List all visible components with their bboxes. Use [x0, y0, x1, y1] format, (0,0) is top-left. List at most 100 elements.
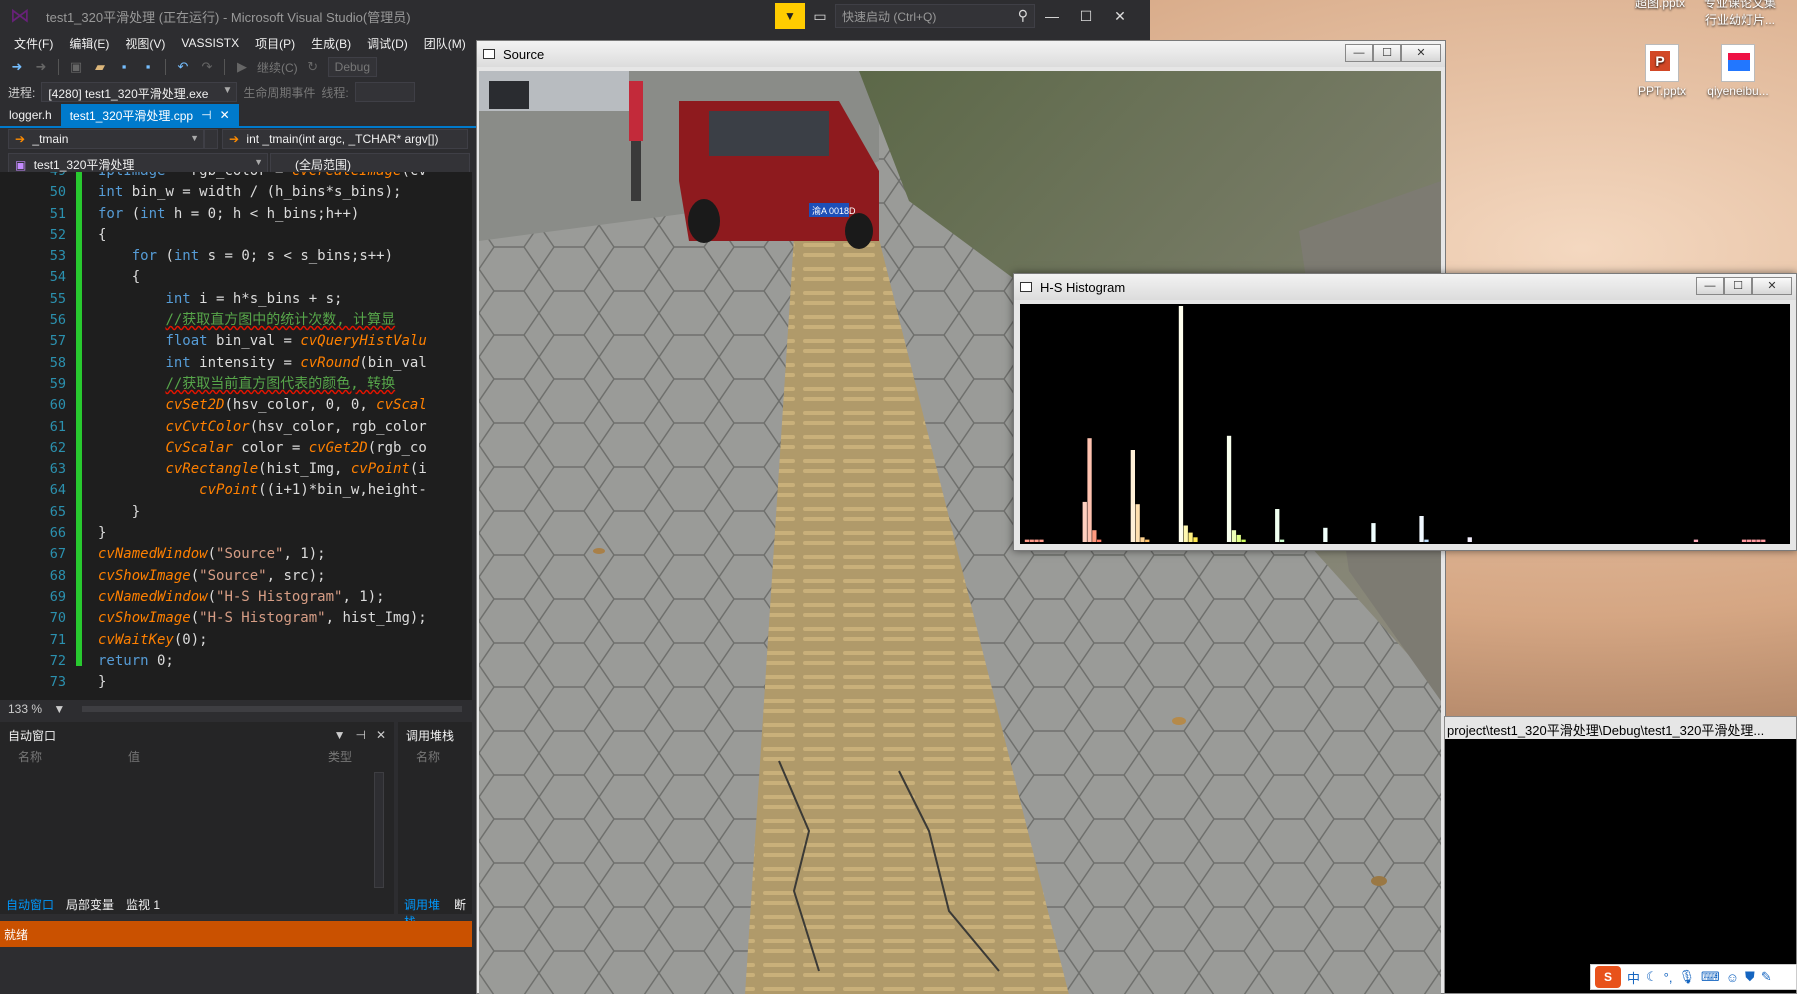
- code-line[interactable]: cvWaitKey(0);: [98, 630, 472, 651]
- punctuation-icon[interactable]: °,: [1664, 970, 1673, 985]
- keyboard-icon[interactable]: ⌨: [1701, 969, 1720, 985]
- back-icon[interactable]: ➜: [8, 58, 26, 76]
- close-button[interactable]: ✕: [1752, 277, 1792, 295]
- code-line[interactable]: int i = h*s_bins + s;: [98, 289, 472, 310]
- save-all-icon[interactable]: ▪: [139, 58, 157, 76]
- code-line[interactable]: cvShowImage("H-S Histogram", hist_Img);: [98, 608, 472, 629]
- zoom-level[interactable]: 133 %: [8, 702, 42, 716]
- code-line[interactable]: IplImage * rgb_color = cvCreateImage(cv: [98, 172, 472, 182]
- redo-icon[interactable]: ↷: [198, 58, 216, 76]
- vertical-scrollbar[interactable]: [374, 772, 384, 888]
- tab-locals[interactable]: 局部变量: [60, 892, 120, 914]
- code-line[interactable]: for (int s = 0; s < s_bins;s++): [98, 246, 472, 267]
- source-titlebar[interactable]: Source — ☐ ✕: [477, 41, 1445, 67]
- tab-watch[interactable]: 监视 1: [120, 892, 166, 914]
- project-select[interactable]: ▣ test1_320平滑处理 ▼: [8, 153, 268, 173]
- range-select[interactable]: (全局范围): [270, 153, 470, 173]
- code-line[interactable]: }: [98, 502, 472, 523]
- close-tab-icon[interactable]: ✕: [220, 108, 230, 122]
- histogram-window[interactable]: H-S Histogram — ☐ ✕: [1013, 273, 1797, 551]
- undo-icon[interactable]: ↶: [174, 58, 192, 76]
- thread-select[interactable]: [354, 82, 415, 102]
- chevron-down-icon[interactable]: ▼: [53, 702, 65, 716]
- menu-debug[interactable]: 调试(D): [359, 35, 416, 52]
- minimize-button[interactable]: —: [1696, 277, 1724, 295]
- desktop-file-text[interactable]: 专业课论文集 行业幼灯片...: [1700, 0, 1780, 28]
- continue-button[interactable]: 继续(C): [257, 59, 298, 76]
- tab-cpp-file[interactable]: test1_320平滑处理.cpp ⊣ ✕: [60, 104, 239, 126]
- histogram-titlebar[interactable]: H-S Histogram — ☐ ✕: [1014, 274, 1796, 300]
- code-line[interactable]: float bin_val = cvQueryHistValu: [98, 331, 472, 352]
- desktop-icon-qiyeneibu[interactable]: qiyeneibu...: [1698, 44, 1778, 98]
- maximize-button[interactable]: ☐: [1373, 44, 1401, 62]
- tab-call-stack[interactable]: 调用堆栈: [398, 892, 448, 929]
- close-button[interactable]: ✕: [1103, 0, 1137, 32]
- desktop-file-text[interactable]: 超图.pptx: [1620, 0, 1700, 11]
- scope-spinner[interactable]: [204, 129, 218, 149]
- process-select[interactable]: [4280] test1_320平滑处理.exe ▼: [41, 82, 238, 102]
- tab-autos[interactable]: 自动窗口: [0, 892, 60, 914]
- close-button[interactable]: ✕: [1401, 44, 1441, 62]
- code-line[interactable]: cvNamedWindow("Source", 1);: [98, 544, 472, 565]
- refresh-icon[interactable]: ↻: [304, 58, 322, 76]
- microphone-icon[interactable]: 🎙: [1678, 969, 1695, 985]
- code-line[interactable]: return 0;: [98, 651, 472, 672]
- code-editor[interactable]: 49 50 51 52 53 54 55 56 57 58 59 60 61 62 63 64 65 66 67 68…: [0, 172, 472, 702]
- menu-view[interactable]: 视图(V): [117, 35, 173, 52]
- column-value[interactable]: 值: [128, 748, 328, 768]
- console-titlebar[interactable]: project\test1_320平滑处理\Debug\test1_320平滑处…: [1445, 717, 1796, 739]
- maximize-button[interactable]: ☐: [1724, 277, 1752, 295]
- menu-vassistx[interactable]: VASSISTX: [173, 36, 247, 50]
- forward-icon[interactable]: ➜: [32, 58, 50, 76]
- chinese-mode-icon[interactable]: 中: [1627, 968, 1640, 987]
- code-line[interactable]: cvPoint((i+1)*bin_w,height-: [98, 480, 472, 501]
- code-line[interactable]: {: [98, 267, 472, 288]
- play-icon[interactable]: ▶: [233, 58, 251, 76]
- quick-launch-input[interactable]: 快速启动 (Ctrl+Q) ⚲: [835, 4, 1035, 28]
- skin-icon[interactable]: ⛊: [1745, 969, 1755, 985]
- minimize-button[interactable]: —: [1035, 0, 1069, 32]
- scope-select[interactable]: ➔ _tmain ▼: [8, 129, 204, 149]
- menu-file[interactable]: 文件(F): [6, 35, 61, 52]
- code-lines[interactable]: IplImage * rgb_color = cvCreateImage(cvi…: [98, 172, 472, 693]
- minimize-button[interactable]: —: [1345, 44, 1373, 62]
- code-line[interactable]: int intensity = cvRound(bin_val: [98, 353, 472, 374]
- menu-edit[interactable]: 编辑(E): [61, 35, 117, 52]
- pin-icon[interactable]: ⊣: [201, 108, 211, 122]
- code-line[interactable]: {: [98, 225, 472, 246]
- new-project-icon[interactable]: ▣: [67, 58, 85, 76]
- code-line[interactable]: CvScalar color = cvGet2D(rgb_co: [98, 438, 472, 459]
- dropdown-icon[interactable]: ▼: [334, 728, 346, 742]
- code-line[interactable]: }: [98, 672, 472, 693]
- code-line[interactable]: //获取当前直方图代表的颜色, 转换: [98, 374, 472, 395]
- column-type[interactable]: 类型: [328, 748, 352, 768]
- code-line[interactable]: //获取直方图中的统计次数, 计算显: [98, 310, 472, 331]
- lifecycle-events-button[interactable]: 生命周期事件: [243, 84, 315, 101]
- menu-build[interactable]: 生成(B): [303, 35, 359, 52]
- code-line[interactable]: cvNamedWindow("H-S Histogram", 1);: [98, 587, 472, 608]
- user-icon[interactable]: ☺: [1726, 970, 1739, 985]
- save-icon[interactable]: ▪: [115, 58, 133, 76]
- code-line[interactable]: int bin_w = width / (h_bins*s_bins);: [98, 182, 472, 203]
- desktop-icon-ppt[interactable]: PPT.pptx: [1622, 44, 1702, 98]
- code-line[interactable]: for (int h = 0; h < h_bins;h++): [98, 204, 472, 225]
- tools-icon[interactable]: ✎: [1761, 969, 1772, 985]
- member-select[interactable]: ➔ int _tmain(int argc, _TCHAR* argv[]): [222, 129, 468, 149]
- column-name[interactable]: 名称: [416, 748, 440, 768]
- code-line[interactable]: }: [98, 523, 472, 544]
- tab-logger-h[interactable]: logger.h: [0, 104, 61, 126]
- code-line[interactable]: cvSet2D(hsv_color, 0, 0, cvScal: [98, 395, 472, 416]
- menu-team[interactable]: 团队(M): [416, 35, 474, 52]
- sogou-logo-icon[interactable]: S: [1595, 966, 1621, 988]
- feedback-icon[interactable]: ▭: [805, 8, 835, 25]
- close-icon[interactable]: ✕: [376, 728, 386, 742]
- maximize-button[interactable]: ☐: [1069, 0, 1103, 32]
- config-select[interactable]: Debug: [327, 57, 378, 77]
- pin-icon[interactable]: ⊣: [355, 728, 365, 742]
- horizontal-scrollbar[interactable]: [82, 706, 462, 712]
- tab-breakpoints[interactable]: 断: [448, 892, 472, 914]
- menu-project[interactable]: 项目(P): [247, 35, 303, 52]
- column-name[interactable]: 名称: [18, 748, 128, 768]
- code-line[interactable]: cvCvtColor(hsv_color, rgb_color: [98, 417, 472, 438]
- code-line[interactable]: cvShowImage("Source", src);: [98, 566, 472, 587]
